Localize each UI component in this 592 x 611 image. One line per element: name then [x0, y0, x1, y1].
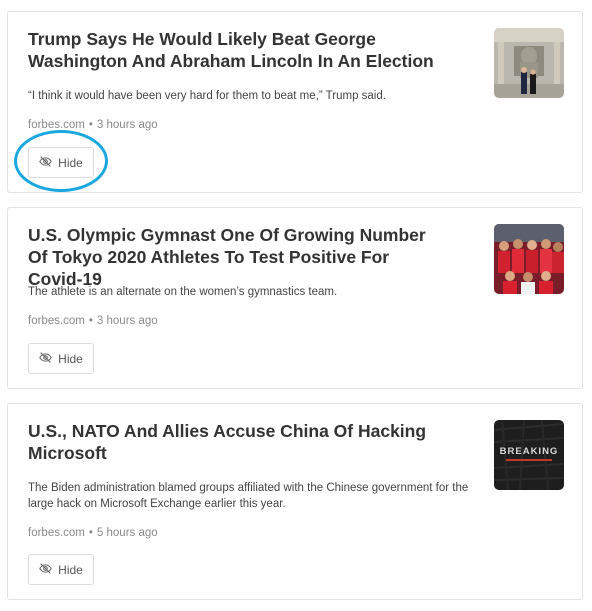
article-thumbnail[interactable]: BREAKING — [494, 420, 564, 490]
hide-button[interactable]: Hide — [28, 147, 94, 178]
meta-separator: • — [88, 119, 93, 131]
hide-button-label: Hide — [58, 562, 83, 577]
meta-separator: • — [88, 527, 93, 539]
article-source: forbes.com — [28, 119, 85, 131]
eye-off-icon — [39, 562, 52, 578]
article-description: The Biden administration blamed groups a… — [28, 482, 469, 510]
breaking-text: BREAKING — [500, 446, 559, 457]
hide-button-label: Hide — [58, 351, 83, 366]
article-meta: forbes.com • 5 hours ago — [28, 525, 158, 541]
article-thumbnail[interactable] — [494, 28, 564, 98]
hide-button-label: Hide — [58, 155, 83, 170]
news-card: U.S., NATO And Allies Accuse China Of Ha… — [7, 403, 583, 600]
article-time: 3 hours ago — [96, 119, 158, 131]
meta-separator: • — [88, 315, 93, 327]
news-card: U.S. Olympic Gymnast One Of Growing Numb… — [7, 207, 583, 389]
article-time: 3 hours ago — [96, 315, 158, 327]
photo-gymnastics-team-icon — [494, 224, 564, 294]
news-card: Trump Says He Would Likely Beat George W… — [7, 11, 583, 193]
article-meta: forbes.com • 3 hours ago — [28, 313, 158, 329]
article-meta: forbes.com • 3 hours ago — [28, 117, 158, 133]
article-description: “I think it would have been very hard fo… — [28, 90, 386, 102]
article-thumbnail[interactable] — [494, 224, 564, 294]
hide-button[interactable]: Hide — [28, 554, 94, 585]
breaking-news-graphic-icon: BREAKING — [494, 420, 564, 490]
hide-button[interactable]: Hide — [28, 343, 94, 374]
eye-off-icon — [39, 351, 52, 367]
article-source: forbes.com — [28, 527, 85, 539]
article-source: forbes.com — [28, 315, 85, 327]
article-title[interactable]: Trump Says He Would Likely Beat George W… — [28, 28, 438, 72]
eye-off-icon — [39, 155, 52, 171]
article-time: 5 hours ago — [96, 527, 158, 539]
article-description: The athlete is an alternate on the women… — [28, 286, 338, 298]
photo-trump-memorial-icon — [494, 28, 564, 98]
article-title[interactable]: U.S., NATO And Allies Accuse China Of Ha… — [28, 420, 438, 464]
article-title[interactable]: U.S. Olympic Gymnast One Of Growing Numb… — [28, 224, 438, 290]
